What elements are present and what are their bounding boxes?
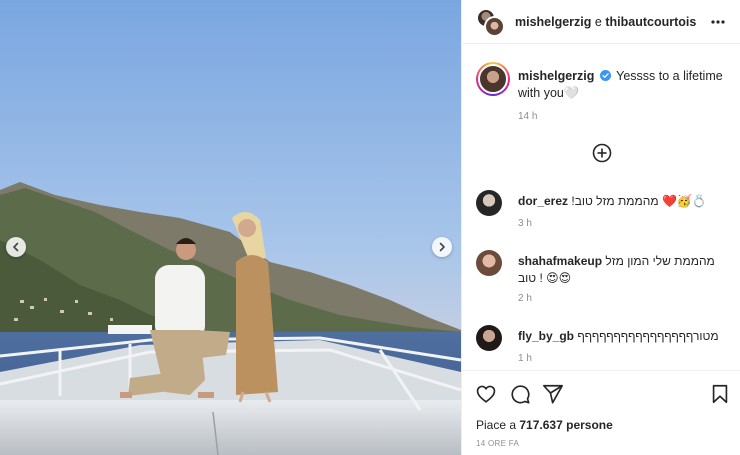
more-icon bbox=[711, 20, 725, 24]
comment-time[interactable]: 1 h bbox=[518, 353, 532, 364]
heart-icon[interactable] bbox=[475, 383, 497, 405]
plus-circle-icon[interactable] bbox=[592, 143, 612, 163]
collab-avatars[interactable] bbox=[476, 7, 505, 37]
comment-username[interactable]: dor_erez bbox=[518, 194, 568, 208]
comment-body: dor_erez !מהממת מזל טוב ❤️🥳💍 bbox=[518, 193, 731, 210]
caption-time[interactable]: 14 h bbox=[518, 111, 537, 122]
more-options-button[interactable] bbox=[709, 13, 727, 31]
chevron-right-icon bbox=[439, 242, 445, 252]
post-actions: Piace a 717.637 persone 14 ORE FA bbox=[462, 370, 740, 455]
comment-body: fly_by_gb מטורףףףףףףףףףףףףףףףף bbox=[518, 328, 731, 345]
comment-body: shahafmakeup מהממת שלי המון מזל טוב ! 😍😍 bbox=[518, 253, 731, 287]
comment-text: מטורףףףףףףףףףףףףףףףף bbox=[577, 329, 719, 343]
avatar[interactable] bbox=[476, 190, 502, 216]
avatar[interactable] bbox=[484, 15, 505, 37]
post-authors: mishelgerzig e thibautcourtois bbox=[515, 15, 696, 29]
author-link-1[interactable]: mishelgerzig bbox=[515, 15, 591, 29]
post-header: mishelgerzig e thibautcourtois bbox=[462, 0, 740, 44]
post-date[interactable]: 14 ORE FA bbox=[476, 439, 519, 448]
comment-username[interactable]: fly_by_gb bbox=[518, 329, 574, 343]
author-conjunction: e bbox=[594, 14, 602, 29]
likes-suffix: persone bbox=[566, 418, 613, 432]
post-photo[interactable] bbox=[0, 0, 461, 455]
likes-number: 717.637 bbox=[519, 418, 563, 432]
author-link-2[interactable]: thibautcourtois bbox=[605, 15, 696, 29]
comment-time[interactable]: 2 h bbox=[518, 293, 532, 304]
caption-username[interactable]: mishelgerzig bbox=[518, 69, 594, 83]
chevron-left-icon bbox=[13, 242, 19, 252]
send-icon[interactable] bbox=[542, 383, 564, 405]
engagement-photo bbox=[0, 0, 461, 455]
comment-icon[interactable] bbox=[509, 383, 531, 405]
caption-avatar[interactable] bbox=[476, 62, 510, 96]
carousel-prev-button[interactable] bbox=[6, 237, 26, 257]
caption-body: mishelgerzig Yessss to a lifetime with y… bbox=[518, 68, 731, 102]
verified-badge-icon bbox=[599, 70, 611, 81]
likes-count[interactable]: Piace a 717.637 persone bbox=[476, 418, 613, 432]
avatar[interactable] bbox=[476, 325, 502, 351]
comment-text: !מהממת מזל טוב ❤️🥳💍 bbox=[571, 194, 707, 208]
carousel-next-button[interactable] bbox=[432, 237, 452, 257]
comment-time[interactable]: 3 h bbox=[518, 218, 532, 229]
bookmark-icon[interactable] bbox=[709, 383, 731, 405]
avatar[interactable] bbox=[476, 250, 502, 276]
comment-username[interactable]: shahafmakeup bbox=[518, 254, 602, 268]
likes-prefix: Piace a bbox=[476, 418, 517, 432]
post-side-panel: mishelgerzig e thibautcourtois mishelger… bbox=[461, 0, 740, 455]
